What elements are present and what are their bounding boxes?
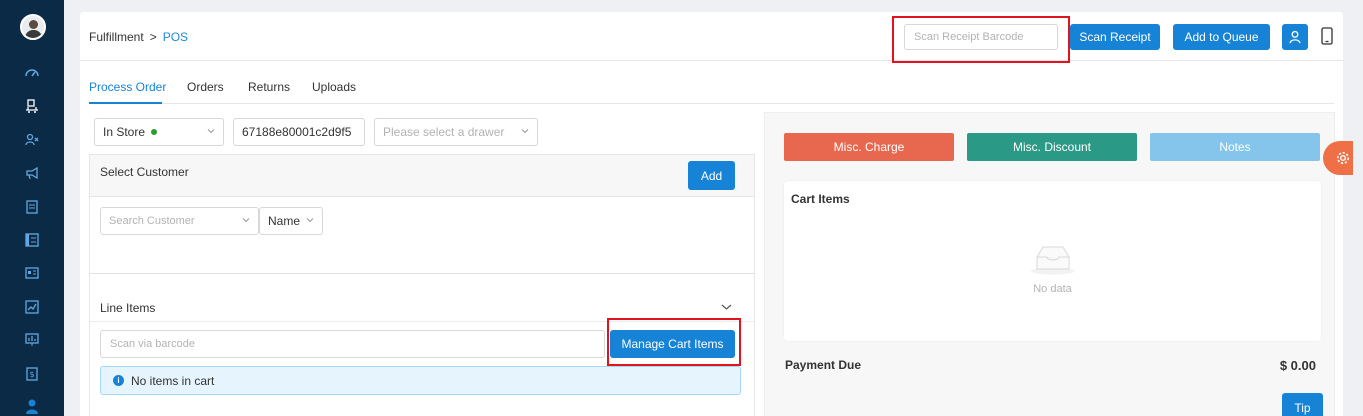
search-by-select[interactable]: Name bbox=[259, 207, 323, 235]
gear-icon bbox=[1337, 152, 1349, 164]
tab-bar: Process Order Orders Returns Uploads bbox=[89, 72, 1334, 104]
breadcrumb-parent[interactable]: Fulfillment bbox=[89, 30, 144, 44]
delivery-icon[interactable] bbox=[22, 96, 42, 116]
select-customer-label: Select Customer bbox=[100, 165, 189, 179]
avatar[interactable] bbox=[20, 14, 46, 40]
list-icon[interactable] bbox=[22, 230, 42, 250]
barcode-scan-input[interactable]: Scan via barcode bbox=[100, 330, 605, 358]
search-by-value: Name bbox=[268, 214, 301, 228]
section-divider bbox=[90, 273, 754, 274]
tab-orders[interactable]: Orders bbox=[187, 80, 224, 94]
avatar-head bbox=[29, 20, 38, 29]
tab-uploads[interactable]: Uploads bbox=[312, 80, 356, 94]
channel-status-dot bbox=[151, 129, 158, 135]
barcode-placeholder: Scan via barcode bbox=[110, 338, 195, 350]
person-icon[interactable] bbox=[22, 396, 42, 416]
misc-charge-button[interactable]: Misc. Charge bbox=[784, 133, 954, 161]
chart-icon[interactable] bbox=[22, 297, 42, 317]
document-icon[interactable] bbox=[22, 197, 42, 217]
active-tab-indicator bbox=[89, 102, 162, 104]
chevron-down-icon[interactable] bbox=[721, 303, 732, 311]
channel-value: In Store bbox=[103, 125, 146, 139]
dashboard-icon[interactable] bbox=[22, 63, 42, 83]
cart-items-card: Cart Items No data bbox=[784, 181, 1321, 341]
sidebar: $ bbox=[0, 0, 64, 416]
monitor-chart-icon[interactable] bbox=[22, 330, 42, 350]
cart-items-title: Cart Items bbox=[791, 192, 850, 206]
svg-text:$: $ bbox=[29, 370, 34, 379]
user-button[interactable] bbox=[1282, 24, 1308, 50]
misc-discount-button[interactable]: Misc. Discount bbox=[967, 133, 1137, 161]
mobile-icon[interactable] bbox=[1320, 26, 1334, 46]
breadcrumb-current: POS bbox=[162, 30, 189, 44]
manage-cart-items-button[interactable]: Manage Cart Items bbox=[610, 330, 735, 358]
tab-returns[interactable]: Returns bbox=[248, 80, 290, 94]
empty-cart-message: No items in cart bbox=[131, 373, 215, 388]
breadcrumb: Fulfillment > POS bbox=[89, 30, 188, 44]
chevron-down-icon bbox=[207, 129, 215, 134]
drawer-select[interactable]: Please select a drawer bbox=[374, 118, 538, 146]
channel-select[interactable]: In Store bbox=[94, 118, 224, 146]
cart-summary-panel: Misc. Charge Misc. Discount Notes Cart I… bbox=[764, 112, 1335, 416]
empty-inbox-icon bbox=[1031, 246, 1075, 275]
drawer-placeholder: Please select a drawer bbox=[383, 125, 505, 139]
payment-due-amount: $ 0.00 bbox=[1279, 358, 1316, 373]
search-customer-placeholder: Search Customer bbox=[109, 215, 195, 227]
chevron-down-icon bbox=[306, 218, 314, 223]
chevron-down-icon bbox=[242, 218, 250, 223]
scan-receipt-input[interactable] bbox=[904, 24, 1058, 50]
add-to-queue-button[interactable]: Add to Queue bbox=[1173, 24, 1270, 50]
avatar-body bbox=[25, 30, 42, 38]
chevron-down-icon bbox=[521, 129, 529, 134]
notes-button[interactable]: Notes bbox=[1150, 133, 1320, 161]
receipt-icon[interactable]: $ bbox=[22, 364, 42, 384]
customer-line-items-panel: Select Customer Add Search Customer Name… bbox=[89, 154, 755, 416]
line-items-divider bbox=[90, 321, 754, 322]
user-icon bbox=[1289, 30, 1301, 44]
breadcrumb-separator: > bbox=[149, 30, 157, 44]
search-customer-select[interactable]: Search Customer bbox=[100, 207, 259, 235]
megaphone-icon[interactable] bbox=[22, 163, 42, 183]
id-card-icon[interactable] bbox=[22, 263, 42, 283]
top-bar: Fulfillment > POS Scan Receipt Add to Queu… bbox=[80, 12, 1343, 63]
tip-button[interactable]: Tip bbox=[1282, 393, 1323, 416]
main-card: Fulfillment > POS Scan Receipt Add to Queu… bbox=[80, 12, 1343, 416]
tab-process-order[interactable]: Process Order bbox=[89, 80, 166, 94]
page-scrollbar[interactable] bbox=[1353, 0, 1363, 416]
scan-receipt-button[interactable]: Scan Receipt bbox=[1070, 24, 1160, 50]
users-icon[interactable] bbox=[22, 130, 42, 150]
info-icon: i bbox=[113, 375, 124, 386]
add-customer-button[interactable]: Add bbox=[688, 161, 735, 190]
order-id-field[interactable]: 67188e80001c2d9f5 bbox=[233, 118, 365, 146]
empty-state-text: No data bbox=[1033, 283, 1072, 295]
payment-due-label: Payment Due bbox=[785, 358, 862, 372]
empty-cart-alert: i No items in cart bbox=[100, 366, 741, 395]
line-items-label: Line Items bbox=[100, 301, 156, 315]
order-id-value: 67188e80001c2d9f5 bbox=[242, 125, 352, 139]
select-customer-header: Select Customer Add bbox=[90, 155, 754, 197]
